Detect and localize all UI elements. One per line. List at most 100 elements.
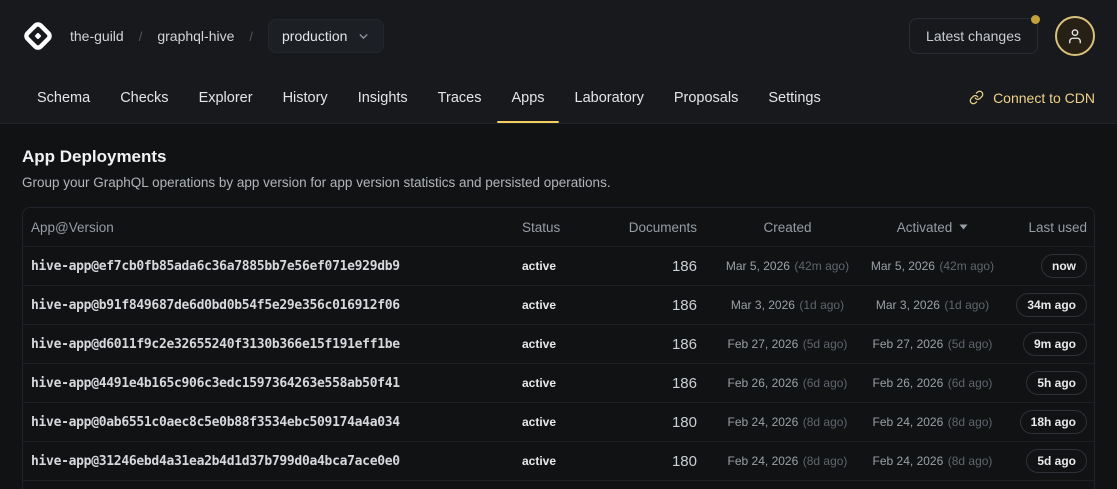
status-cell: active [522, 298, 625, 312]
tab-label: Apps [511, 90, 544, 106]
created-cell: Feb 24, 2026 (8d ago) [705, 452, 870, 470]
last-used-cell: now [995, 254, 1094, 278]
activated-relative: (5d ago) [948, 337, 993, 351]
target-nav: Schema Checks Explorer History Insights … [0, 72, 1117, 123]
tab-settings[interactable]: Settings [754, 72, 834, 123]
app-version-cell: hive-app@b91f849687de6d0bd0b54f5e29e356c… [23, 298, 522, 313]
created-cell: Mar 5, 2026 (42m ago) [705, 257, 870, 275]
table-row[interactable]: hive-app@b91f849687de6d0bd0b54f5e29e356c… [23, 285, 1094, 324]
activated-cell: Feb 27, 2026 (5d ago) [870, 335, 995, 353]
created-relative: (8d ago) [803, 454, 848, 468]
latest-changes-label: Latest changes [926, 28, 1021, 44]
tab-checks[interactable]: Checks [106, 72, 182, 123]
hive-logo-icon[interactable] [22, 20, 54, 52]
documents-cell: 180 [625, 453, 705, 470]
last-used-badge: now [1041, 254, 1087, 278]
user-avatar[interactable] [1055, 16, 1095, 56]
tab-proposals[interactable]: Proposals [660, 72, 752, 123]
notification-dot-icon [1031, 15, 1040, 24]
target-selector-value: production [282, 28, 347, 44]
activated-relative: (6d ago) [948, 376, 993, 390]
created-relative: (6d ago) [803, 376, 848, 390]
tab-schema[interactable]: Schema [23, 72, 104, 123]
activated-relative: (42m ago) [939, 259, 994, 273]
documents-cell: 186 [625, 258, 705, 275]
tab-label: Schema [37, 90, 90, 106]
latest-changes-button[interactable]: Latest changes [909, 18, 1038, 54]
app-version-cell: hive-app@0ab6551c0aec8c5e0b88f3534ebc509… [23, 415, 522, 430]
tab-label: Proposals [674, 90, 738, 106]
created-relative: (8d ago) [803, 415, 848, 429]
tab-label: Laboratory [575, 90, 644, 106]
activated-cell: Mar 3, 2026 (1d ago) [870, 296, 995, 314]
app-header: the-guild / graphql-hive / production La… [0, 0, 1117, 124]
tab-insights[interactable]: Insights [344, 72, 422, 123]
table-row[interactable]: hive-app@4491e4b165c906c3edc1597364263e5… [23, 363, 1094, 402]
breadcrumb-project[interactable]: graphql-hive [157, 28, 234, 44]
app-version-cell: hive-app@31246ebd4a31ea2b4d1d37b799d0a4b… [23, 454, 522, 469]
column-header-status: Status [522, 220, 625, 235]
last-used-cell: 34m ago [995, 293, 1094, 317]
activated-date: Mar 3, 2026 [876, 298, 940, 312]
last-used-badge: 9m ago [1023, 332, 1087, 356]
activated-cell: Feb 24, 2026 (8d ago) [870, 413, 995, 431]
documents-cell: 186 [625, 297, 705, 314]
table-row[interactable]: hive-app@d6011f9c2e32655240f3130b366e15f… [23, 324, 1094, 363]
documents-cell: 186 [625, 375, 705, 392]
status-cell: active [522, 415, 625, 429]
last-used-cell: 5h ago [995, 371, 1094, 395]
column-header-created: Created [705, 220, 870, 235]
last-used-cell: 9m ago [995, 332, 1094, 356]
app-version-cell: hive-app@4491e4b165c906c3edc1597364263e5… [23, 376, 522, 391]
tab-label: Traces [438, 90, 482, 106]
tab-apps[interactable]: Apps [497, 72, 558, 123]
created-date: Feb 27, 2026 [728, 337, 799, 351]
last-used-badge: 18h ago [1020, 410, 1087, 434]
breadcrumb-org[interactable]: the-guild [70, 28, 124, 44]
created-date: Feb 24, 2026 [728, 454, 799, 468]
last-used-badge: 5d ago [1026, 449, 1087, 473]
target-selector[interactable]: production [268, 19, 384, 53]
last-used-cell: 5d ago [995, 449, 1094, 473]
column-header-app-version: App@Version [23, 220, 522, 235]
created-cell: Feb 24, 2026 (8d ago) [705, 413, 870, 431]
tab-laboratory[interactable]: Laboratory [561, 72, 658, 123]
column-header-last-used: Last used [995, 220, 1094, 235]
table-row[interactable]: hive-app@ef7cb0fb85ada6c36a7885bb7e56ef0… [23, 246, 1094, 285]
column-header-documents: Documents [625, 220, 705, 235]
table-row[interactable]: hive-app@0ab6551c0aec8c5e0b88f3534ebc509… [23, 402, 1094, 441]
table-row[interactable] [23, 480, 1094, 489]
cdn-link-label: Connect to CDN [993, 90, 1095, 106]
connect-to-cdn-link[interactable]: Connect to CDN [969, 72, 1095, 123]
tab-history[interactable]: History [269, 72, 342, 123]
activated-cell: Feb 24, 2026 (8d ago) [870, 452, 995, 470]
tab-label: Checks [120, 90, 168, 106]
breadcrumb-separator: / [139, 29, 143, 44]
created-relative: (1d ago) [799, 298, 844, 312]
created-date: Feb 24, 2026 [728, 415, 799, 429]
status-cell: active [522, 337, 625, 351]
page-title: App Deployments [22, 147, 1095, 167]
documents-cell: 180 [625, 414, 705, 431]
column-header-activated[interactable]: Activated [870, 220, 995, 235]
activated-cell: Feb 26, 2026 (6d ago) [870, 374, 995, 392]
status-cell: active [522, 259, 625, 273]
documents-cell: 186 [625, 336, 705, 353]
app-version-cell: hive-app@ef7cb0fb85ada6c36a7885bb7e56ef0… [23, 259, 522, 274]
last-used-cell: 18h ago [995, 410, 1094, 434]
page-subtitle: Group your GraphQL operations by app ver… [22, 175, 1095, 190]
tab-traces[interactable]: Traces [424, 72, 496, 123]
sort-desc-icon [959, 224, 968, 230]
breadcrumb: the-guild / graphql-hive / production [70, 19, 384, 53]
activated-date: Mar 5, 2026 [871, 259, 935, 273]
activated-relative: (1d ago) [944, 298, 989, 312]
table-row[interactable]: hive-app@31246ebd4a31ea2b4d1d37b799d0a4b… [23, 441, 1094, 480]
tab-explorer[interactable]: Explorer [185, 72, 267, 123]
tab-label: Insights [358, 90, 408, 106]
created-date: Mar 5, 2026 [726, 259, 790, 273]
user-icon [1066, 27, 1084, 45]
header-top-row: the-guild / graphql-hive / production La… [0, 0, 1117, 72]
link-icon [969, 90, 984, 105]
status-cell: active [522, 376, 625, 390]
header-actions: Latest changes [909, 16, 1095, 56]
